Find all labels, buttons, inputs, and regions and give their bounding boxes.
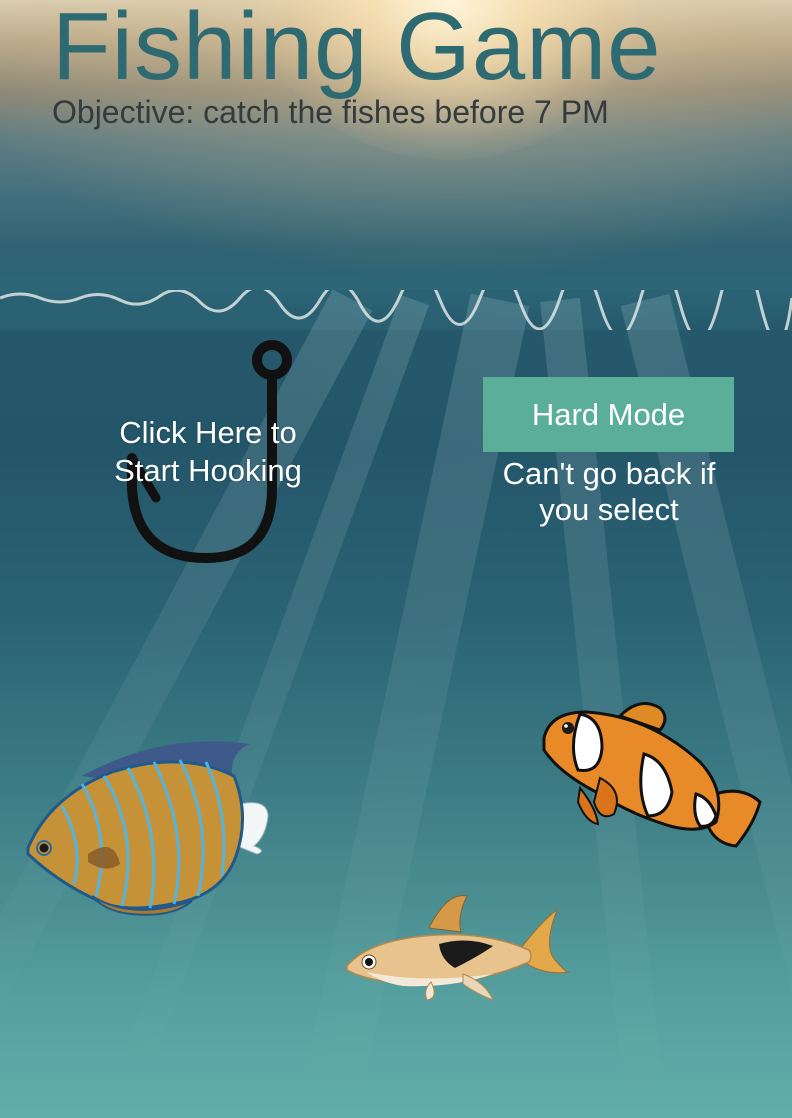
- hard-mode-button[interactable]: Hard Mode: [483, 377, 734, 452]
- hard-mode-warning: Can't go back if you select: [470, 456, 748, 528]
- start-hooking-link[interactable]: Click Here to Start Hooking: [88, 414, 328, 490]
- objective-text: Objective: catch the fishes before 7 PM: [52, 94, 609, 130]
- hard-mode-note-line2: you select: [539, 492, 679, 527]
- rasbora-icon[interactable]: [343, 890, 575, 1002]
- hard-mode-note-line1: Can't go back if: [502, 456, 716, 491]
- game-scene: Fishing Game Objective: catch the fishes…: [0, 0, 792, 1118]
- start-label-line1: Click Here to: [119, 415, 297, 450]
- angelfish-icon[interactable]: [22, 736, 272, 921]
- game-title: Fishing Game: [52, 0, 662, 100]
- start-label-line2: Start Hooking: [114, 453, 302, 488]
- clownfish-icon[interactable]: [540, 698, 768, 856]
